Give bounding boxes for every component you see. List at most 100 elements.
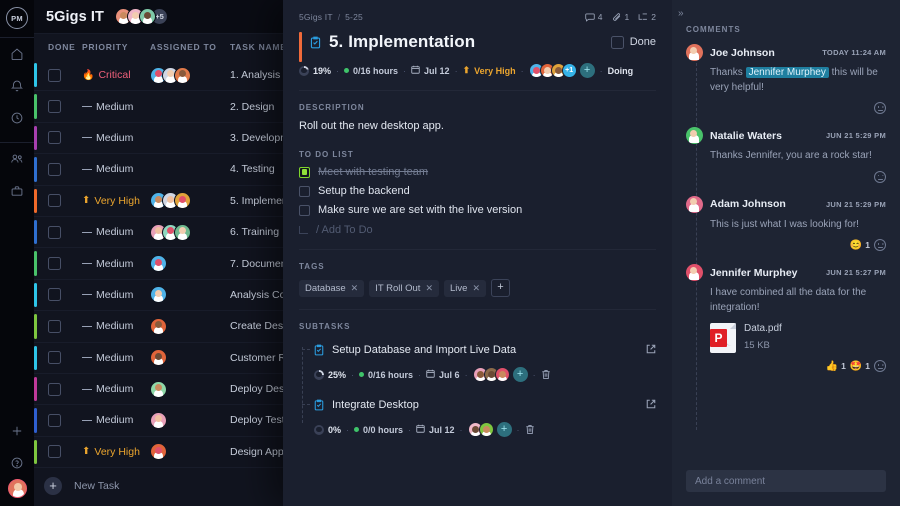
home-icon[interactable] xyxy=(0,38,34,70)
row-priority-cell[interactable]: — Medium xyxy=(82,163,150,175)
row-assignee-cell[interactable] xyxy=(150,349,230,367)
row-assignee-cell[interactable] xyxy=(150,66,230,84)
progress-meta[interactable]: 19% xyxy=(299,65,331,76)
reaction-chip[interactable]: 👍 1 xyxy=(826,361,846,372)
delete-subtask-icon[interactable] xyxy=(541,369,551,380)
subtask-hours[interactable]: 0/16 hours xyxy=(359,370,413,380)
add-assignee-button[interactable]: + xyxy=(496,422,512,437)
row-checkbox[interactable] xyxy=(48,194,61,208)
row-checkbox[interactable] xyxy=(48,225,61,239)
row-priority-cell[interactable]: — Medium xyxy=(82,101,150,113)
assignee-overflow-count[interactable]: +1 xyxy=(561,63,577,78)
open-external-icon[interactable] xyxy=(646,396,656,414)
subtask-date[interactable]: Jul 12 xyxy=(416,424,455,435)
tag-remove-icon[interactable]: ✕ xyxy=(472,283,480,294)
subtask-hours[interactable]: 0/0 hours xyxy=(354,425,403,435)
add-reaction-icon[interactable] xyxy=(874,102,886,114)
row-priority-cell[interactable]: 🔥 Critical xyxy=(82,69,150,81)
chevron-right-double-icon[interactable]: » xyxy=(672,0,900,19)
tag-remove-icon[interactable]: ✕ xyxy=(425,283,433,294)
add-reaction-icon[interactable] xyxy=(874,239,886,251)
tag-remove-icon[interactable]: ✕ xyxy=(351,283,359,294)
subtask-date[interactable]: Jul 6 xyxy=(426,369,460,380)
assignee-group[interactable]: +1 + xyxy=(528,63,595,78)
clock-icon[interactable] xyxy=(0,102,34,134)
due-date-meta[interactable]: Jul 12 xyxy=(411,65,450,76)
open-external-icon[interactable] xyxy=(646,341,656,359)
done-checkbox[interactable] xyxy=(610,35,624,49)
row-checkbox[interactable] xyxy=(48,382,61,396)
row-checkbox[interactable] xyxy=(48,162,61,176)
subtask-progress[interactable]: 25% xyxy=(314,369,346,380)
subtask-name[interactable]: Setup Database and Import Live Data xyxy=(332,344,516,356)
todo-checkbox[interactable] xyxy=(299,185,310,197)
briefcase-icon[interactable] xyxy=(0,175,34,207)
add-assignee-button[interactable]: + xyxy=(512,367,528,382)
user-avatar[interactable] xyxy=(7,479,27,498)
row-checkbox[interactable] xyxy=(48,257,61,271)
row-checkbox[interactable] xyxy=(48,131,61,145)
subtask-item[interactable]: Integrate Desktop 0% · 0/0 hours · Jul 12 · + · xyxy=(302,396,656,437)
delete-subtask-icon[interactable] xyxy=(525,424,535,435)
subtask-assignees[interactable]: + xyxy=(467,422,512,437)
project-members[interactable]: +5 xyxy=(115,8,169,25)
description-text[interactable]: Roll out the new desktop app. xyxy=(299,120,656,132)
hours-meta[interactable]: 0/16 hours xyxy=(344,66,398,76)
row-checkbox[interactable] xyxy=(48,351,61,365)
attachment-name[interactable]: Data.pdf xyxy=(744,323,782,334)
row-priority-cell[interactable]: ⬆ Very High xyxy=(82,446,150,458)
comment-attachment[interactable]: P Data.pdf 15 KB xyxy=(686,323,886,353)
row-priority-cell[interactable]: ⬆ Very High xyxy=(82,195,150,207)
row-assignee-cell[interactable] xyxy=(150,317,230,335)
todo-checkbox[interactable] xyxy=(299,166,310,178)
todo-item[interactable]: Make sure we are set with the live versi… xyxy=(299,204,656,216)
row-checkbox[interactable] xyxy=(48,68,61,82)
row-assignee-cell[interactable] xyxy=(150,255,230,273)
help-icon[interactable] xyxy=(0,447,34,479)
row-assignee-cell[interactable] xyxy=(150,443,230,461)
subtask-name[interactable]: Integrate Desktop xyxy=(332,399,419,411)
row-priority-cell[interactable]: — Medium xyxy=(82,352,150,364)
add-reaction-icon[interactable] xyxy=(874,360,886,372)
row-assignee-cell[interactable] xyxy=(150,411,230,429)
row-priority-cell[interactable]: — Medium xyxy=(82,320,150,332)
plus-icon[interactable] xyxy=(0,415,34,447)
tag-chip[interactable]: IT Roll Out ✕ xyxy=(369,279,439,297)
priority-meta[interactable]: ⬆ Very High xyxy=(463,65,516,76)
people-icon[interactable] xyxy=(0,143,34,175)
add-reaction-icon[interactable] xyxy=(874,170,886,183)
status-meta[interactable]: Doing xyxy=(608,66,634,76)
mention-chip[interactable]: Jennifer Murphey xyxy=(745,67,829,78)
attachment-count[interactable]: 1 xyxy=(612,12,629,22)
row-priority-cell[interactable]: — Medium xyxy=(82,132,150,144)
row-priority-cell[interactable]: — Medium xyxy=(82,289,150,301)
add-comment-input[interactable]: Add a comment xyxy=(686,470,886,492)
row-assignee-cell[interactable] xyxy=(150,380,230,398)
tag-chip[interactable]: Database ✕ xyxy=(299,279,365,297)
subtask-item[interactable]: Setup Database and Import Live Data 25% · 0… xyxy=(302,341,656,382)
breadcrumb-project[interactable]: 5Gigs IT xyxy=(299,12,333,22)
row-assignee-cell[interactable] xyxy=(150,223,230,241)
subtask-progress[interactable]: 0% xyxy=(314,424,341,435)
row-checkbox[interactable] xyxy=(48,288,61,302)
bell-icon[interactable] xyxy=(0,70,34,102)
task-title[interactable]: 5. Implementation xyxy=(329,32,475,52)
reaction-chip[interactable]: 🤩 1 xyxy=(850,361,870,372)
reaction-chip[interactable]: 😊 1 xyxy=(850,240,870,251)
add-todo-button[interactable]: / Add To Do xyxy=(299,224,656,236)
row-assignee-cell[interactable] xyxy=(150,286,230,304)
row-priority-cell[interactable]: — Medium xyxy=(82,383,150,395)
row-priority-cell[interactable]: — Medium xyxy=(82,258,150,270)
todo-checkbox[interactable] xyxy=(299,204,310,216)
subtask-assignees[interactable]: + xyxy=(472,367,528,382)
todo-item[interactable]: Setup the backend xyxy=(299,185,656,197)
row-checkbox[interactable] xyxy=(48,445,61,459)
row-priority-cell[interactable]: — Medium xyxy=(82,226,150,238)
row-checkbox[interactable] xyxy=(48,413,61,427)
add-tag-button[interactable]: + xyxy=(490,279,510,297)
done-toggle[interactable]: Done xyxy=(610,35,656,49)
app-logo[interactable]: PM xyxy=(6,7,28,29)
subtask-count[interactable]: 2 xyxy=(638,12,656,22)
add-assignee-button[interactable]: + xyxy=(579,63,595,78)
todo-item[interactable]: Meet with testing team xyxy=(299,166,656,178)
